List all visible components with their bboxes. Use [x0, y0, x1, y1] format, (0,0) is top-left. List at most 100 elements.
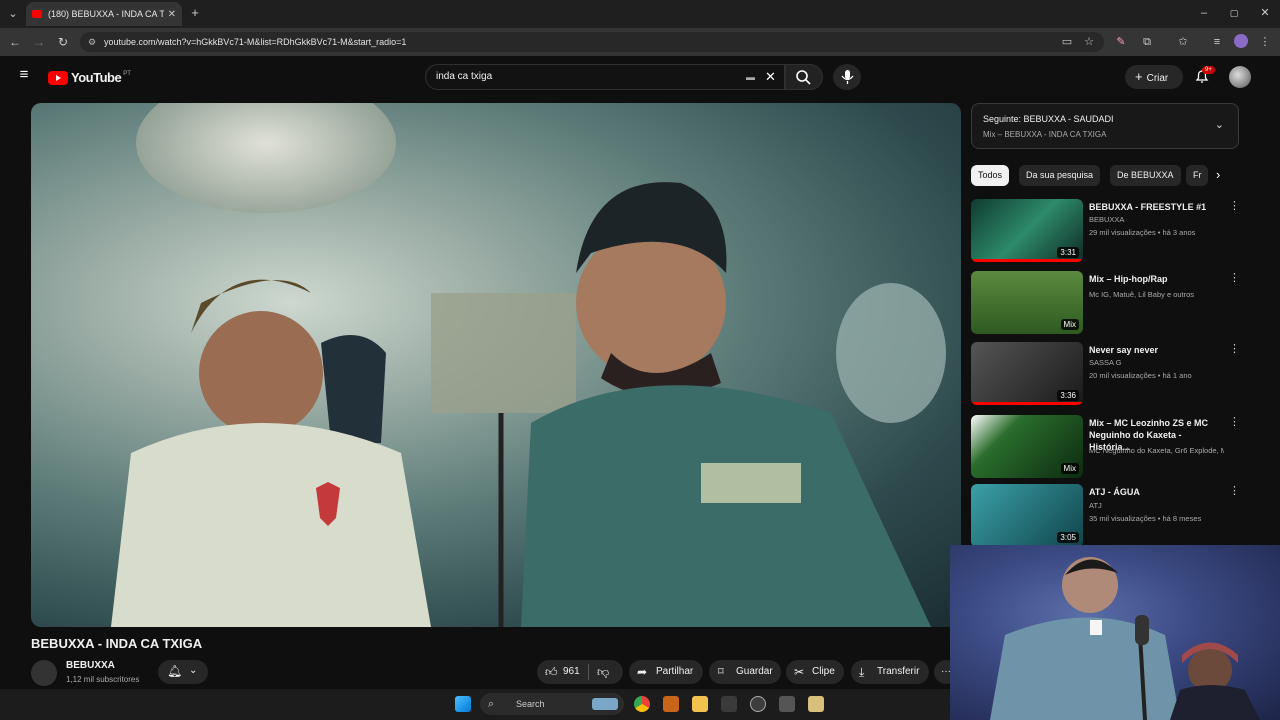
subscribed-notifications-button[interactable]: 🔔︎ ⌄: [158, 660, 208, 684]
more-options-icon[interactable]: ⋮: [1229, 201, 1240, 212]
create-label: Criar: [1146, 73, 1169, 84]
back-icon[interactable]: ←: [8, 35, 22, 49]
chip-da-sua-pesquisa[interactable]: Da sua pesquisa: [1019, 165, 1101, 186]
chip-partial[interactable]: Fr: [1186, 165, 1208, 186]
file-explorer-icon[interactable]: [692, 696, 708, 712]
clip-button[interactable]: ✂ Clipe: [786, 660, 844, 684]
account-avatar[interactable]: [1229, 66, 1251, 88]
taskbar-search-icon: ⌕: [488, 698, 495, 710]
youtube-logo[interactable]: YouTube PT: [48, 70, 131, 85]
ceiling-lamp: [136, 103, 396, 213]
channel-name[interactable]: BEBUXXA: [66, 660, 115, 671]
calculator-taskbar-icon[interactable]: [779, 696, 795, 712]
minimize-button[interactable]: –: [1197, 6, 1211, 20]
share-button[interactable]: ➦ Partilhar: [629, 660, 703, 684]
profile-avatar-icon[interactable]: [1234, 34, 1248, 48]
rec-channel[interactable]: Mc IG, Matuê, Lil Baby e outros: [1089, 290, 1224, 299]
dislike-button[interactable]: 👎︎: [597, 660, 609, 686]
extension-pen-icon[interactable]: ✎: [1114, 35, 1128, 49]
chip-todos[interactable]: Todos: [971, 165, 1010, 186]
obs-taskbar-icon[interactable]: [750, 696, 766, 712]
site-info-icon[interactable]: ⚙: [88, 32, 96, 52]
bookmark-star-icon[interactable]: ☆: [1082, 35, 1096, 49]
webcam-frame: [990, 557, 1260, 720]
video-player[interactable]: [31, 103, 961, 627]
url-field[interactable]: ⚙ youtube.com/watch?v=hGkkBVc71-M&list=R…: [80, 32, 1104, 52]
rec-channel[interactable]: BEBUXXA: [1089, 215, 1224, 224]
more-options-icon[interactable]: ⋮: [1229, 417, 1240, 428]
watched-progress-bar: [971, 402, 1083, 405]
tab-search-icon[interactable]: ⌄: [6, 7, 20, 21]
more-options-icon[interactable]: ⋮: [1229, 273, 1240, 284]
video-thumbnail[interactable]: 3:31: [971, 199, 1083, 262]
rec-channel[interactable]: MC Neguinho do Kaxeta, Gr6 Explode, M...: [1089, 446, 1224, 455]
thumbs-up-icon: 👍︎: [545, 665, 558, 679]
tab-close-icon[interactable]: ✕: [168, 9, 176, 20]
address-bar-row: ← → ↻ ⚙ youtube.com/watch?v=hGkkBVc71-M&…: [0, 28, 1280, 56]
chip-de-bebuxxa[interactable]: De BEBUXXA: [1110, 165, 1181, 186]
video-thumbnail[interactable]: Mix: [971, 271, 1083, 334]
chrome-menu-icon[interactable]: ⋮: [1258, 35, 1272, 49]
rec-title[interactable]: Mix – Hip-hop/Rap: [1089, 273, 1224, 285]
chevron-down-icon: ⌄: [189, 665, 198, 676]
notification-badge: 9+: [1202, 66, 1215, 74]
app-taskbar-icon[interactable]: [721, 696, 737, 712]
browser-tab[interactable]: (180) BEBUXXA - INDA CA TXIGA ✕: [26, 2, 182, 26]
rec-channel[interactable]: ATJ: [1089, 501, 1224, 510]
list-item[interactable]: 3:36 Never say never SASSA G 20 mil visu…: [971, 342, 1241, 406]
restore-button[interactable]: ▢: [1227, 6, 1241, 20]
windows-start-icon[interactable]: [455, 696, 471, 712]
list-item[interactable]: 3:31 BEBUXXA - FREESTYLE #1 BEBUXXA 29 m…: [971, 199, 1241, 263]
like-button[interactable]: 👍︎: [545, 660, 558, 686]
webcam-overlay: [950, 545, 1280, 720]
channel-avatar[interactable]: [31, 660, 57, 686]
create-button[interactable]: + Criar: [1125, 65, 1183, 89]
bell-icon: 🔔︎: [167, 664, 183, 678]
chrome-taskbar-icon[interactable]: [634, 696, 650, 712]
up-next-mix: Mix – BEBUXXA - INDA CA TXIGA: [983, 130, 1107, 139]
hamburger-menu-icon[interactable]: ≡: [16, 67, 32, 82]
search-input[interactable]: inda ca txiga ▬ ✕: [425, 64, 785, 90]
rec-channel[interactable]: SASSA G: [1089, 358, 1224, 367]
video-title: BEBUXXA - INDA CA TXIGA: [31, 636, 203, 651]
chips-next-arrow-icon[interactable]: ›: [1216, 167, 1220, 182]
search-icon: [796, 70, 811, 85]
video-thumbnail[interactable]: 3:05: [971, 484, 1083, 547]
thumbs-down-icon: 👎︎: [597, 665, 610, 679]
download-label: Transferir: [877, 666, 920, 677]
more-options-icon[interactable]: ⋮: [1229, 486, 1240, 497]
reading-list-icon[interactable]: ≡: [1210, 35, 1224, 49]
media-player-taskbar-icon[interactable]: [808, 696, 824, 712]
country-code: PT: [123, 70, 131, 77]
wall-lamp: [836, 283, 946, 423]
cast-icon[interactable]: ▭: [1060, 35, 1074, 49]
windows-taskbar: ⌕ Search: [0, 689, 950, 720]
more-options-icon[interactable]: ⋮: [1229, 344, 1240, 355]
list-item[interactable]: Mix Mix – MC Leozinho ZS e MC Neguinho d…: [971, 415, 1241, 479]
rec-title[interactable]: Never say never: [1089, 344, 1224, 356]
video-thumbnail[interactable]: Mix: [971, 415, 1083, 478]
brave-taskbar-icon[interactable]: [663, 696, 679, 712]
voice-search-button[interactable]: [833, 64, 861, 90]
rec-meta: 35 mil visualizações • há 8 meses: [1089, 514, 1202, 523]
new-tab-icon[interactable]: +: [188, 6, 202, 20]
rec-title[interactable]: ATJ - ÁGUA: [1089, 486, 1224, 498]
close-window-button[interactable]: ✕: [1258, 6, 1272, 20]
forward-icon[interactable]: →: [32, 35, 46, 49]
expand-chevron-icon[interactable]: ⌄: [1215, 118, 1224, 131]
bookmarks-icon[interactable]: ✩: [1176, 35, 1190, 49]
video-thumbnail[interactable]: 3:36: [971, 342, 1083, 405]
list-item[interactable]: Mix Mix – Hip-hop/Rap Mc IG, Matuê, Lil …: [971, 271, 1241, 335]
taskbar-search-box[interactable]: ⌕ Search: [480, 693, 624, 715]
rec-title[interactable]: BEBUXXA - FREESTYLE #1: [1089, 201, 1224, 213]
download-button[interactable]: ⤓ Transferir: [851, 660, 929, 684]
reload-icon[interactable]: ↻: [56, 35, 70, 49]
list-item[interactable]: 3:05 ATJ - ÁGUA ATJ 35 mil visualizações…: [971, 484, 1241, 548]
up-next-panel[interactable]: Seguinte: BEBUXXA - SAUDADI Mix – BEBUXX…: [971, 103, 1239, 149]
save-button[interactable]: ⌑ Guardar: [709, 660, 781, 684]
search-button[interactable]: [785, 64, 823, 90]
keyboard-icon[interactable]: ▬: [746, 65, 755, 89]
clear-search-icon[interactable]: ✕: [765, 65, 776, 89]
extensions-puzzle-icon[interactable]: ⧉: [1140, 35, 1154, 49]
video-frame: [111, 103, 946, 627]
